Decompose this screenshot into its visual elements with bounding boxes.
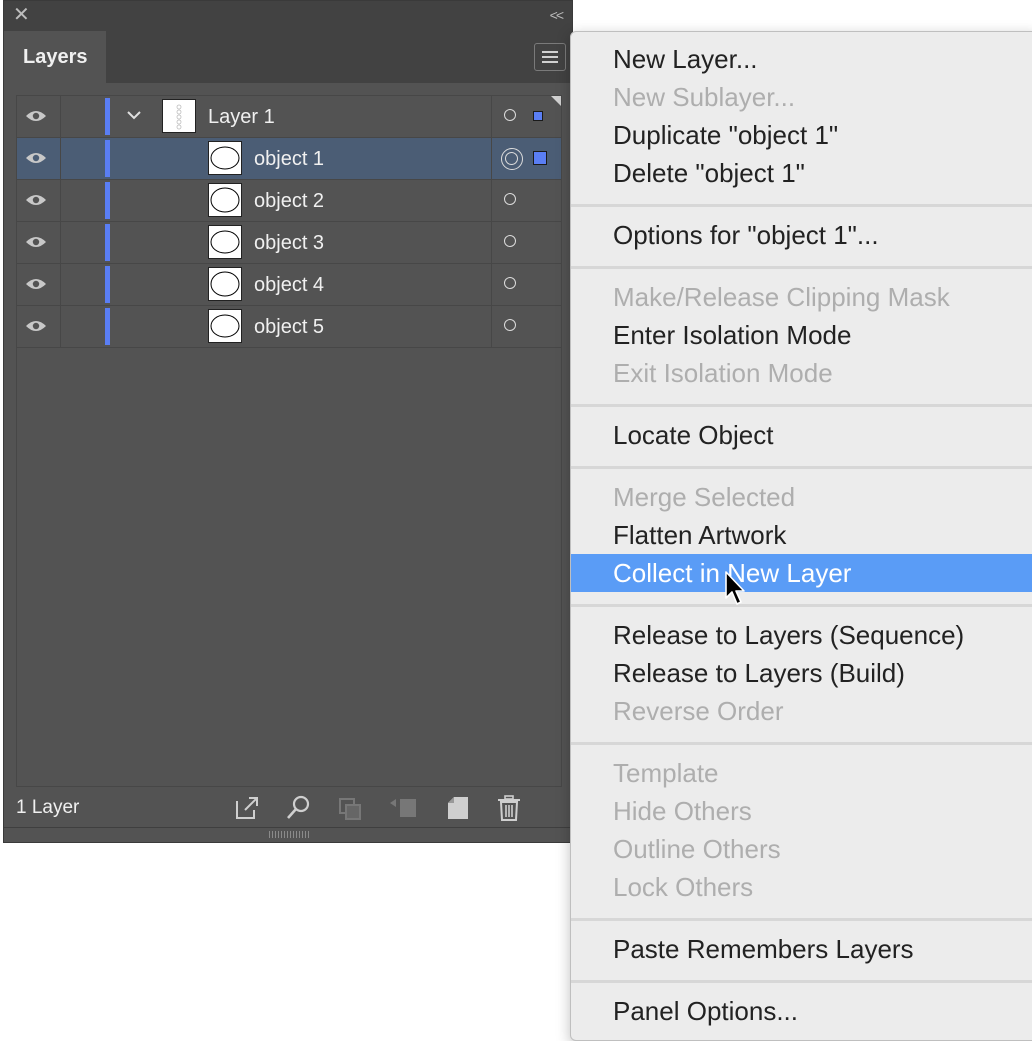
menu-item-paste-remembers-layers[interactable]: Paste Remembers Layers <box>571 930 1032 968</box>
layer-thumbnail <box>162 99 196 133</box>
object-thumbnail <box>208 225 242 259</box>
lock-column[interactable] <box>60 264 61 305</box>
menu-separator <box>571 604 1032 607</box>
layer-row-object-5[interactable]: object 5 <box>17 306 562 348</box>
new-layer-icon[interactable] <box>442 793 472 823</box>
menu-item-locate-object[interactable]: Locate Object <box>571 416 1032 454</box>
object-name: object 1 <box>254 148 325 170</box>
layer-name: Layer 1 <box>208 106 275 128</box>
visibility-eye-icon[interactable] <box>25 276 47 292</box>
layers-panel: ✕ << Layers Layer 1 object 1 object 2 ob… <box>3 0 573 843</box>
object-name: object 4 <box>254 274 325 296</box>
chevron-down-icon[interactable] <box>127 110 141 120</box>
layer-row-layer-1[interactable]: Layer 1 <box>17 96 562 138</box>
resize-grip[interactable] <box>269 831 309 838</box>
menu-item-new-layer[interactable]: New Layer... <box>571 40 1032 78</box>
trash-icon[interactable] <box>494 793 524 823</box>
menu-item-outline-others: Outline Others <box>613 834 781 864</box>
panel-flyout-menu: New Layer... New Sublayer... Duplicate "… <box>570 31 1032 1041</box>
menu-separator <box>571 918 1032 921</box>
panel-title-bar: ✕ << <box>4 1 572 31</box>
selection-indicator[interactable] <box>533 111 543 121</box>
lock-column[interactable] <box>60 180 61 221</box>
object-thumbnail <box>208 141 242 175</box>
lock-column[interactable] <box>60 138 61 179</box>
lock-column[interactable] <box>60 222 61 263</box>
menu-item-lock-others: Lock Others <box>613 872 754 902</box>
target-circle-icon[interactable] <box>504 277 516 289</box>
menu-item-options[interactable]: Options for "object 1"... <box>571 216 1032 254</box>
object-thumbnail <box>208 267 242 301</box>
menu-item-flatten-artwork[interactable]: Flatten Artwork <box>571 516 1032 554</box>
layers-list: Layer 1 object 1 object 2 object 3 objec… <box>16 95 562 787</box>
target-circle-icon[interactable] <box>504 319 516 331</box>
visibility-eye-icon[interactable] <box>25 150 47 166</box>
menu-separator <box>571 466 1032 469</box>
layer-color-bar <box>105 98 110 135</box>
menu-item-enter-isolation[interactable]: Enter Isolation Mode <box>571 316 1032 354</box>
layer-count-label: 1 Layer <box>16 797 80 818</box>
tab-bar: Layers <box>4 31 572 83</box>
layer-color-bar <box>105 224 110 261</box>
menu-item-duplicate[interactable]: Duplicate "object 1" <box>571 116 1032 154</box>
menu-separator <box>571 980 1032 983</box>
menu-item-exit-isolation: Exit Isolation Mode <box>613 358 833 388</box>
menu-separator <box>571 204 1032 207</box>
object-name: object 2 <box>254 190 325 212</box>
menu-item-release-sequence[interactable]: Release to Layers (Sequence) <box>571 616 1032 654</box>
visibility-eye-icon[interactable] <box>25 192 47 208</box>
visibility-eye-icon[interactable] <box>25 234 47 250</box>
menu-item-merge-selected: Merge Selected <box>613 482 796 512</box>
menu-item-template: Template <box>613 758 719 788</box>
menu-separator <box>571 742 1032 745</box>
target-circle-active-icon[interactable] <box>501 148 523 170</box>
menu-separator <box>571 404 1032 407</box>
target-circle-icon[interactable] <box>504 109 516 121</box>
collapse-panel-icon[interactable]: << <box>550 7 564 23</box>
menu-item-collect-in-new-layer[interactable]: Collect in New Layer <box>571 554 1032 592</box>
object-name: object 3 <box>254 232 325 254</box>
mouse-pointer-icon <box>725 571 745 605</box>
object-name: object 5 <box>254 316 325 338</box>
target-circle-icon[interactable] <box>504 235 516 247</box>
lock-column[interactable] <box>60 306 61 347</box>
make-clipping-mask-icon <box>339 798 361 820</box>
locate-object-icon[interactable] <box>284 793 314 823</box>
object-thumbnail <box>208 309 242 343</box>
layer-row-object-2[interactable]: object 2 <box>17 180 562 222</box>
object-thumbnail <box>208 183 242 217</box>
tab-layers[interactable]: Layers <box>4 31 106 83</box>
panel-bottom-edge <box>4 827 572 828</box>
layer-row-object-1[interactable]: object 1 <box>17 138 562 180</box>
layer-color-bar <box>105 308 110 345</box>
export-icon[interactable] <box>232 793 262 823</box>
menu-item-panel-options[interactable]: Panel Options... <box>571 992 1032 1030</box>
layer-color-bar <box>105 182 110 219</box>
target-circle-icon[interactable] <box>504 193 516 205</box>
menu-separator <box>571 266 1032 269</box>
menu-item-new-sublayer: New Sublayer... <box>613 82 796 112</box>
selection-indicator[interactable] <box>533 151 547 165</box>
close-icon[interactable]: ✕ <box>13 4 30 26</box>
panel-menu-button[interactable] <box>534 43 566 71</box>
visibility-eye-icon[interactable] <box>25 108 47 124</box>
layer-color-bar <box>105 266 110 303</box>
menu-item-hide-others: Hide Others <box>613 796 752 826</box>
menu-item-reverse-order: Reverse Order <box>613 696 784 726</box>
menu-item-clipping-mask: Make/Release Clipping Mask <box>613 282 950 312</box>
layer-color-bar <box>105 140 110 177</box>
lock-column[interactable] <box>60 96 61 137</box>
visibility-eye-icon[interactable] <box>25 318 47 334</box>
layer-row-object-3[interactable]: object 3 <box>17 222 562 264</box>
menu-item-delete[interactable]: Delete "object 1" <box>571 154 1032 192</box>
menu-item-release-build[interactable]: Release to Layers (Build) <box>571 654 1032 692</box>
create-sublayer-icon <box>390 799 416 817</box>
layer-row-object-4[interactable]: object 4 <box>17 264 562 306</box>
